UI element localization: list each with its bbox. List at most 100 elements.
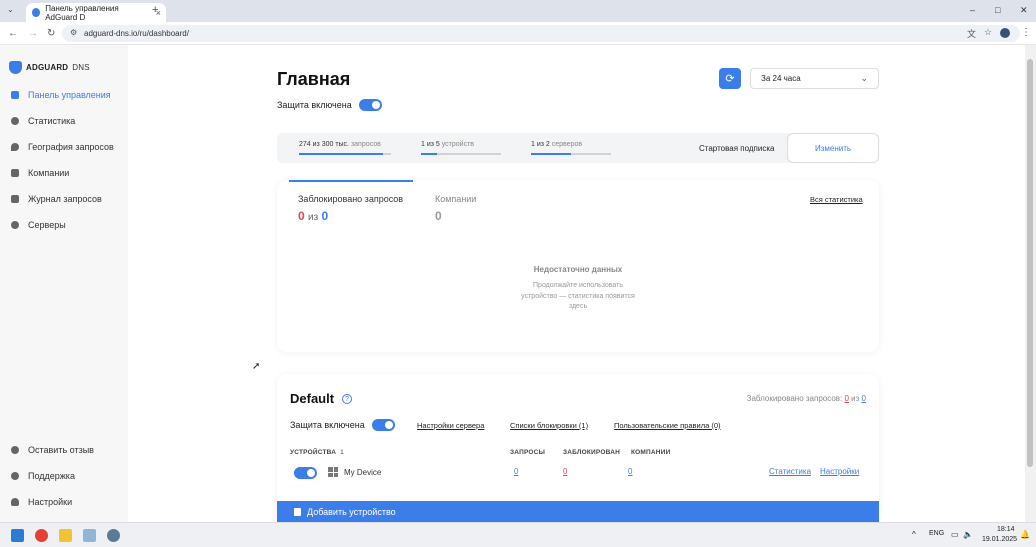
file-explorer-icon[interactable] <box>59 529 72 542</box>
clock-time[interactable]: 18:14 <box>997 526 1015 533</box>
server-blocked-count[interactable]: 0 <box>844 394 848 403</box>
refresh-button[interactable]: ⟳ <box>719 68 741 89</box>
windows-start-icon[interactable] <box>11 529 24 542</box>
all-statistics-link[interactable]: Вся статистика <box>810 195 863 204</box>
devices-limit: 1 из 5 устройств <box>421 141 501 155</box>
sidebar-item-label: Поддержка <box>28 471 75 481</box>
col-devices-label: УСТРОЙСТВА <box>290 449 337 456</box>
company-icon <box>11 169 19 177</box>
add-device-button[interactable]: Добавить устройство <box>277 501 879 522</box>
browser-menu-icon[interactable]: ⋮ <box>1021 27 1031 38</box>
minimize-button[interactable]: – <box>970 5 975 15</box>
notification-bell-icon[interactable]: 🔔 <box>1020 530 1030 539</box>
col-requests: ЗАПРОСЫ <box>510 449 546 456</box>
server-protection-toggle[interactable] <box>371 419 395 431</box>
page-scrollbar[interactable] <box>1025 45 1036 522</box>
new-tab-button[interactable]: + <box>152 4 158 16</box>
device-settings-link[interactable]: Настройки <box>820 467 859 476</box>
browser-tab-strip: ⌄ Панель управления AdGuard D × + – □ ✕ <box>0 0 1036 22</box>
sidebar-item-label: Настройки <box>28 497 73 507</box>
server-name: Default <box>290 391 335 406</box>
col-devices: УСТРОЙСТВА 1 <box>290 449 344 456</box>
device-blocked[interactable]: 0 <box>563 467 567 476</box>
servers-progress-fill <box>531 153 571 155</box>
sidebar-item-query-log[interactable]: Журнал запросов <box>11 192 102 206</box>
sidebar-item-companies[interactable]: Компании <box>11 166 69 180</box>
col-blocked: ЗАБЛОКИРОВАН <box>563 449 620 456</box>
chat-icon <box>11 446 19 454</box>
settings-gear-icon[interactable] <box>107 529 120 542</box>
chart-icon <box>11 117 19 125</box>
profile-avatar-icon[interactable] <box>1000 28 1010 38</box>
devices-limit-unit: устройств <box>441 141 474 148</box>
sidebar-item-geography[interactable]: География запросов <box>11 140 114 154</box>
language-indicator[interactable]: ENG <box>929 530 944 537</box>
page-title: Главная <box>277 69 351 89</box>
sidebar-item-feedback[interactable]: Оставить отзыв <box>11 443 94 457</box>
tab-blocked-requests[interactable]: Заблокировано запросов <box>298 194 403 204</box>
sidebar-item-dashboard[interactable]: Панель управления <box>11 88 111 102</box>
server-of-label: из <box>851 394 860 403</box>
chrome-icon[interactable] <box>35 529 48 542</box>
adguard-logo[interactable]: ADGUARD DNS <box>9 61 90 74</box>
sidebar-item-statistics[interactable]: Статистика <box>11 114 75 128</box>
sidebar-item-support[interactable]: Поддержка <box>11 469 75 483</box>
server-settings-link[interactable]: Настройки сервера <box>417 421 484 430</box>
url-text: adguard-dns.io/ru/dashboard/ <box>84 29 189 38</box>
sidebar-item-settings[interactable]: Настройки <box>11 495 72 509</box>
logo-brand: ADGUARD <box>26 63 69 72</box>
requests-limit-unit: запросов <box>350 141 381 148</box>
protection-label: Защита включена <box>277 100 352 110</box>
logo-suffix: DNS <box>72 63 90 72</box>
sidebar: ADGUARD DNS Панель управления Статистика… <box>0 45 128 522</box>
device-companies[interactable]: 0 <box>628 467 632 476</box>
requests-progress <box>299 153 391 155</box>
server-card: Default ? Заблокировано запросов: 0 из 0… <box>277 374 879 522</box>
user-rules-link[interactable]: Пользовательские правила (0) <box>614 421 721 430</box>
server-total-count[interactable]: 0 <box>862 394 866 403</box>
plan-name: Стартовая подписка <box>699 144 775 153</box>
of-label: из <box>308 212 319 223</box>
device-statistics-link[interactable]: Статистика <box>769 467 811 476</box>
site-info-icon[interactable]: ⚙ <box>70 28 77 37</box>
blocklists-link[interactable]: Списки блокировки (1) <box>510 421 588 430</box>
devices-count: 1 <box>340 449 344 456</box>
maximize-button[interactable]: □ <box>995 5 1000 15</box>
close-window-button[interactable]: ✕ <box>1020 5 1028 16</box>
forward-button[interactable]: → <box>28 28 38 39</box>
server-protection-row: Защита включена <box>290 419 395 431</box>
address-bar[interactable]: ⚙ adguard-dns.io/ru/dashboard/ 文 ☆ <box>62 25 1020 42</box>
tab-companies[interactable]: Компании <box>435 194 476 204</box>
reload-button[interactable]: ↻ <box>47 28 55 39</box>
period-select[interactable]: За 24 часа ⌄ <box>750 68 879 89</box>
clock-date[interactable]: 19.01.2025 <box>982 536 1017 543</box>
home-icon <box>11 91 19 99</box>
tray-chevron-up-icon[interactable]: ^ <box>912 530 916 539</box>
servers-limit-unit: серверов <box>551 141 583 148</box>
protection-toggle[interactable] <box>358 99 382 111</box>
adguard-shield-icon <box>9 61 22 74</box>
server-icon <box>11 221 19 229</box>
back-button[interactable]: ← <box>8 28 18 39</box>
browser-tab[interactable]: Панель управления AdGuard D × <box>26 3 166 22</box>
device-requests[interactable]: 0 <box>514 467 518 476</box>
help-icon[interactable]: ? <box>342 394 352 404</box>
tab-search-chevron-icon[interactable]: ⌄ <box>7 5 14 14</box>
user-icon <box>11 498 19 506</box>
refresh-icon: ⟳ <box>725 73 735 85</box>
empty-state-text: Продолжайте использовать устройство — ст… <box>521 282 635 310</box>
sidebar-item-label: Компании <box>28 168 70 178</box>
device-protection-toggle[interactable] <box>294 467 317 479</box>
change-plan-button[interactable]: Изменить <box>787 133 879 163</box>
app-icon[interactable] <box>83 529 96 542</box>
translate-icon[interactable]: 文 <box>967 27 976 40</box>
requests-progress-fill <box>299 153 383 155</box>
bookmark-star-icon[interactable]: ☆ <box>984 27 992 38</box>
scrollbar-thumb[interactable] <box>1027 59 1033 467</box>
network-icon[interactable]: ▭ <box>951 530 959 539</box>
browser-toolbar: ← → ↻ ⚙ adguard-dns.io/ru/dashboard/ 文 ☆… <box>0 22 1036 45</box>
sidebar-item-servers[interactable]: Серверы <box>11 218 66 232</box>
folder-icon <box>11 195 19 203</box>
adguard-favicon-icon <box>32 8 41 17</box>
volume-icon[interactable]: 🔈 <box>963 530 973 539</box>
